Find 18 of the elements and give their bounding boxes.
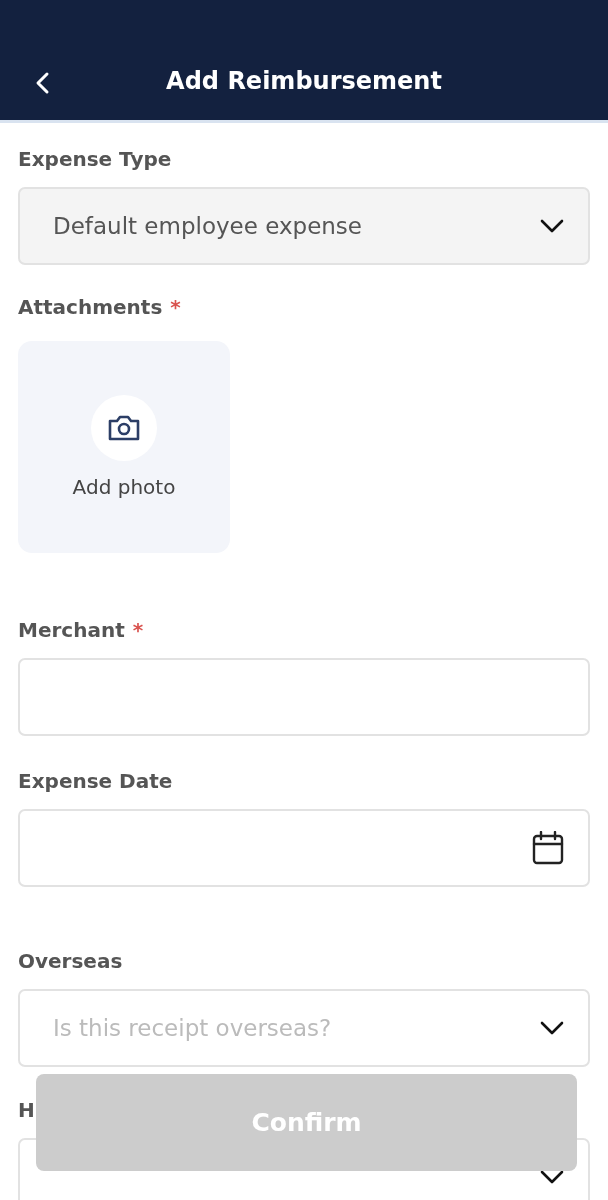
required-asterisk: * (170, 294, 181, 321)
field-label: H (18, 1097, 35, 1124)
calendar-icon[interactable] (532, 831, 564, 865)
required-asterisk: * (132, 617, 144, 644)
field-label: Merchant (18, 617, 125, 644)
date-field[interactable] (18, 809, 590, 887)
field-label: Attachments (18, 294, 163, 321)
dropdown-field[interactable]: Default employee expense (18, 187, 590, 265)
screen-title: Add Reimbursement (166, 67, 442, 95)
text-field[interactable] (18, 658, 590, 736)
field-label: Overseas (18, 948, 123, 975)
field-label: Expense Type (18, 146, 172, 173)
chevron-down-icon (540, 1170, 564, 1184)
chevron-down-icon (540, 219, 564, 233)
chevron-down-icon (540, 1021, 564, 1035)
add-photo-tile[interactable]: Add photo (18, 341, 230, 553)
camera-icon (107, 414, 141, 442)
field-label: Expense Date (18, 768, 173, 795)
